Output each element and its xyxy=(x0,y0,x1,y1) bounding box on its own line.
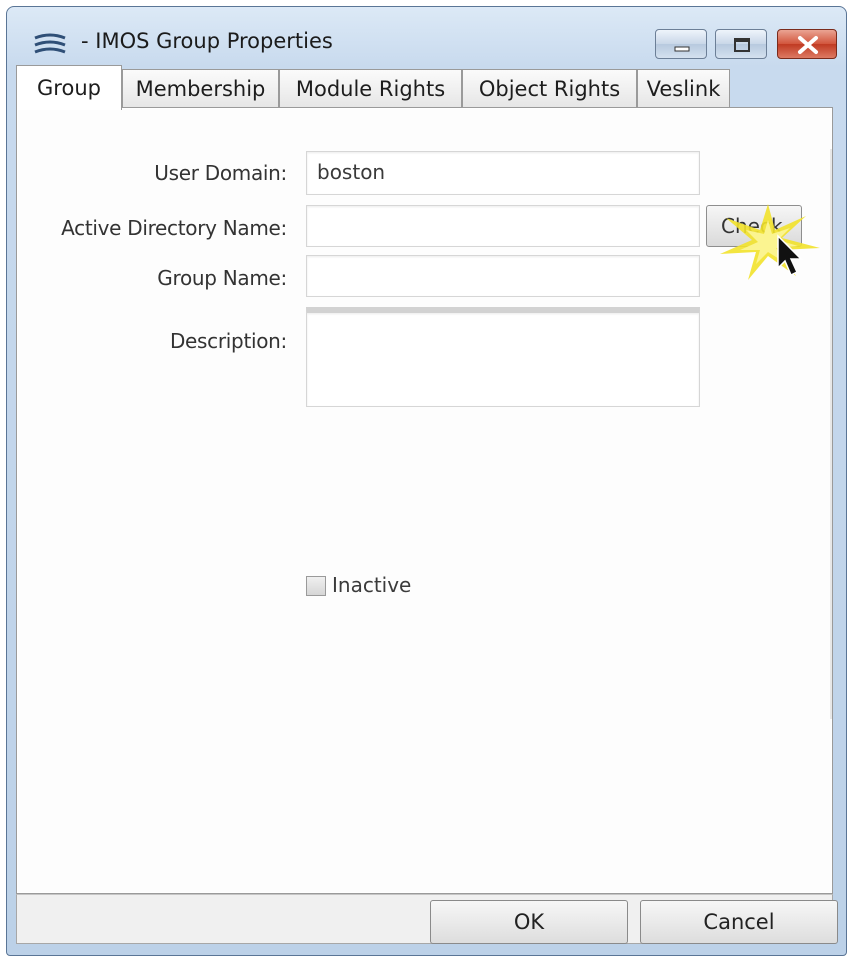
close-button[interactable] xyxy=(777,29,837,59)
tab-membership[interactable]: Membership xyxy=(122,69,279,107)
group-name-field[interactable] xyxy=(306,255,700,297)
window-title: - IMOS Group Properties xyxy=(81,29,333,53)
inactive-label: Inactive xyxy=(332,573,412,597)
active-directory-name-field[interactable] xyxy=(306,205,700,247)
cancel-button[interactable]: Cancel xyxy=(640,900,838,944)
close-icon xyxy=(798,36,818,54)
divider xyxy=(830,149,832,719)
tab-strip: Group Membership Module Rights Object Ri… xyxy=(16,65,833,110)
inactive-checkbox[interactable] xyxy=(306,576,326,596)
user-domain-label: User Domain: xyxy=(154,161,287,185)
ok-button[interactable]: OK xyxy=(430,900,628,944)
maximize-icon xyxy=(734,38,750,52)
minimize-button[interactable] xyxy=(655,29,707,59)
user-domain-field[interactable]: boston xyxy=(306,151,700,195)
tab-object-rights[interactable]: Object Rights xyxy=(462,69,637,107)
tab-module-rights[interactable]: Module Rights xyxy=(279,69,462,107)
tab-veslink[interactable]: Veslink xyxy=(637,69,730,107)
minimize-icon xyxy=(674,46,690,52)
maximize-button[interactable] xyxy=(715,29,767,59)
description-label: Description: xyxy=(169,329,287,353)
active-directory-name-label: Active Directory Name: xyxy=(61,216,287,240)
click-highlight-icon xyxy=(720,204,820,280)
description-field[interactable] xyxy=(306,307,700,407)
app-logo-icon xyxy=(34,33,66,54)
group-name-label: Group Name: xyxy=(157,266,287,290)
tab-group[interactable]: Group xyxy=(16,65,122,110)
